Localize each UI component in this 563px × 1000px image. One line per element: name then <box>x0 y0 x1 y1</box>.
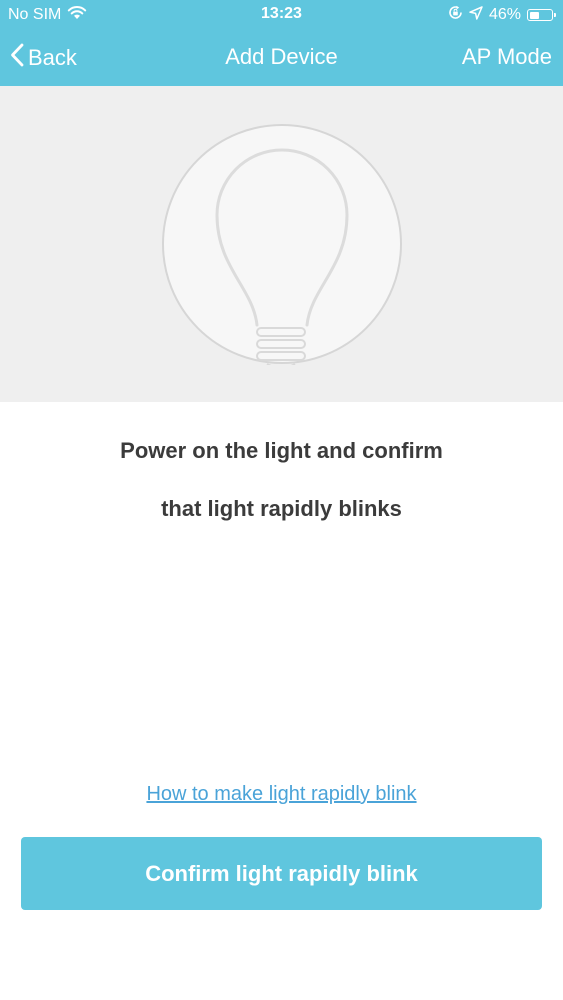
header: No SIM 13:23 46% Back Add Device AP Mode <box>0 0 563 86</box>
battery-icon <box>527 9 556 21</box>
illustration-area <box>0 86 563 402</box>
battery-fill <box>529 11 539 19</box>
nav-bar: Back Add Device AP Mode <box>0 30 563 86</box>
add-device-screen: No SIM 13:23 46% Back Add Device AP Mode… <box>0 0 563 1000</box>
instruction-line-2: that light rapidly blinks <box>161 496 402 521</box>
location-arrow-icon <box>469 5 483 25</box>
help-link[interactable]: How to make light rapidly blink <box>0 783 563 806</box>
battery-percent: 46% <box>488 6 521 23</box>
light-bulb-icon <box>162 124 402 365</box>
status-bar: No SIM 13:23 46% <box>0 0 563 30</box>
instruction-line-1: Power on the light and confirm <box>120 438 443 463</box>
status-right: 46% <box>448 5 556 25</box>
orientation-lock-icon <box>448 5 463 25</box>
confirm-button[interactable]: Confirm light rapidly blink <box>21 837 542 910</box>
ap-mode-button[interactable]: AP Mode <box>462 44 552 70</box>
